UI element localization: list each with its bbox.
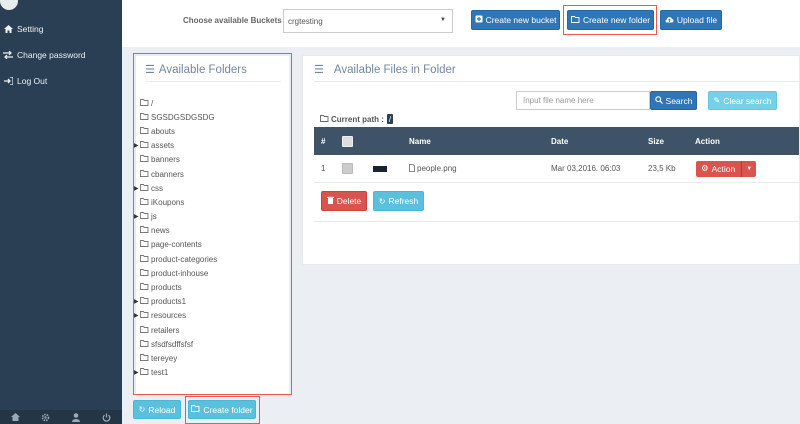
power-icon[interactable]	[92, 410, 123, 424]
sidebar-item-change-password[interactable]: Change password	[0, 42, 122, 68]
reload-label: Reload	[148, 404, 176, 415]
bucket-label: Choose available Buckets	[183, 16, 282, 25]
menu-icon: ☰	[314, 64, 324, 76]
highlight-box	[133, 53, 292, 395]
create-bucket-label: Create new bucket	[485, 15, 557, 25]
table-header: # Name Date Size Action	[314, 127, 799, 155]
upload-file-button[interactable]: Upload file	[660, 10, 722, 30]
file-date: Mar 03,2016. 06:03	[551, 164, 621, 173]
action-dropdown[interactable]: ⚙ Action ▼	[696, 155, 757, 182]
chevron-down-icon: ▼	[440, 17, 446, 23]
home-icon[interactable]	[0, 410, 31, 424]
clear-search-label: Clear search	[723, 95, 772, 106]
search-button[interactable]: Search	[650, 91, 697, 110]
row-checkbox[interactable]	[342, 155, 353, 182]
search-label: Search	[665, 95, 693, 106]
folder-icon	[320, 114, 329, 124]
sidebar: Setting Change password Log Out	[0, 0, 122, 424]
sidebar-footer	[0, 410, 122, 424]
delete-button[interactable]: Delete	[321, 191, 367, 211]
delete-label: Delete	[336, 196, 362, 206]
col-name: Name	[409, 136, 431, 146]
home-icon	[2, 25, 14, 33]
refresh-icon: ↻	[138, 405, 146, 414]
trash-icon	[326, 196, 334, 206]
table-row: 1 people.png Mar 03,2016. 06:03 23,5 Kb …	[314, 155, 799, 182]
current-path-value: /	[386, 114, 394, 124]
col-index: #	[321, 136, 326, 146]
sidebar-item-setting[interactable]: Setting	[0, 16, 122, 42]
bucket-select-value: crgtesting	[288, 16, 323, 26]
refresh-label: Refresh	[388, 196, 419, 206]
select-all-checkbox[interactable]	[342, 127, 353, 155]
file-size: 23,5 Kb	[648, 164, 676, 173]
sidebar-nav: Setting Change password Log Out	[0, 16, 122, 94]
cloud-upload-icon	[665, 16, 674, 25]
upload-file-label: Upload file	[676, 15, 718, 25]
sidebar-item-label: Setting	[17, 24, 44, 34]
divider	[314, 81, 799, 82]
current-path-label: Current path :	[331, 114, 384, 124]
user-icon[interactable]	[61, 410, 92, 424]
swap-icon	[2, 51, 14, 59]
col-action: Action	[695, 136, 720, 146]
sidebar-item-label: Change password	[17, 50, 86, 60]
refresh-button[interactable]: ↻ Refresh	[373, 191, 424, 211]
file-thumbnail	[373, 155, 387, 182]
gear-icon: ⚙	[701, 163, 709, 173]
sidebar-item-logout[interactable]: Log Out	[0, 68, 122, 94]
file-name-text: people.png	[417, 164, 457, 173]
file-name[interactable]: people.png	[409, 155, 457, 182]
highlight-box	[563, 5, 657, 35]
bucket-select[interactable]: crgtesting ▼	[283, 9, 453, 33]
files-panel-title: ☰ Available Files in Folder	[314, 63, 456, 77]
clear-search-button[interactable]: ✎ Clear search	[708, 91, 777, 110]
search-placeholder: Input file name here	[523, 96, 594, 105]
create-bucket-button[interactable]: Create new bucket	[471, 10, 560, 30]
files-table: # Name Date Size Action 1 people.png Mar…	[314, 127, 799, 182]
col-date: Date	[551, 136, 569, 146]
action-label: Action	[711, 163, 736, 174]
sidebar-item-label: Log Out	[17, 76, 48, 86]
files-title: Available Files in Folder	[333, 63, 456, 76]
file-image-icon	[409, 163, 415, 174]
search-icon	[654, 95, 663, 106]
reload-button[interactable]: ↻ Reload	[133, 400, 181, 419]
caret-down-icon[interactable]: ▼	[742, 166, 756, 172]
search-input[interactable]: Input file name here	[516, 91, 650, 110]
gear-icon[interactable]	[31, 410, 62, 424]
logout-icon	[2, 77, 14, 85]
refresh-icon: ↻	[378, 196, 386, 206]
action-button[interactable]: ⚙ Action	[696, 160, 743, 177]
main-area: Choose available Buckets crgtesting ▼ Cr…	[122, 0, 800, 424]
col-size: Size	[648, 136, 665, 146]
logo	[0, 0, 18, 10]
eraser-icon: ✎	[713, 96, 721, 105]
plus-square-icon	[475, 15, 483, 25]
current-path: Current path : /	[320, 114, 394, 124]
highlight-box	[185, 396, 260, 424]
row-index: 1	[321, 164, 326, 173]
